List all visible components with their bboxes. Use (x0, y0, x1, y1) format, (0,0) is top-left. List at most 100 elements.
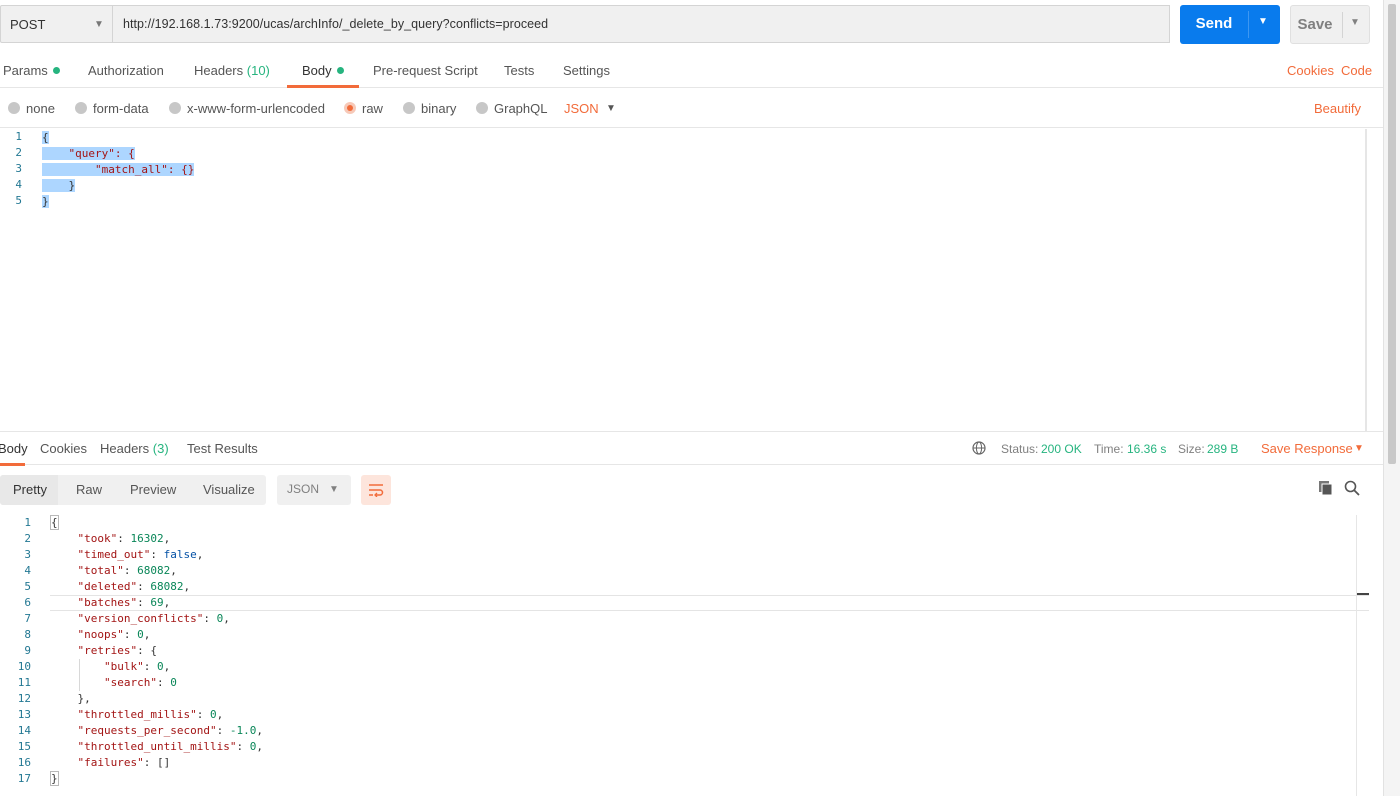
tab-headers[interactable]: Headers (10) (194, 63, 270, 78)
line-number: 14 (17, 724, 31, 737)
globe-icon[interactable] (972, 441, 986, 455)
radio-graphql-label[interactable]: GraphQL (494, 101, 547, 116)
line-number: 2 (15, 146, 22, 159)
response-tab-headers[interactable]: Headers (3) (100, 441, 169, 456)
tab-headers-label: Headers (194, 63, 244, 78)
line-number: 4 (15, 178, 22, 191)
response-tab-cookies[interactable]: Cookies (40, 441, 87, 456)
line-number: 17 (17, 772, 31, 785)
chevron-down-icon[interactable]: ▼ (1350, 17, 1360, 28)
code-link[interactable]: Code (1341, 63, 1372, 78)
code-line: }, (51, 692, 91, 705)
code-line: } (42, 194, 49, 210)
send-button[interactable]: Send ▼ (1180, 5, 1280, 44)
size-value[interactable]: 289 B (1207, 442, 1238, 456)
save-button[interactable]: Save ▼ (1290, 5, 1370, 44)
tab-prerequest-script[interactable]: Pre-request Script (373, 63, 478, 78)
code-line: "timed_out": false, (77, 548, 204, 561)
search-icon[interactable] (1344, 480, 1360, 496)
line-number: 2 (24, 532, 31, 545)
tab-body-label: Body (302, 63, 332, 78)
response-tab-body[interactable]: Body (0, 441, 28, 456)
response-body-viewer[interactable]: 1 2 3 4 5 6 7 8 9 10 11 12 13 14 15 16 1… (0, 515, 1356, 796)
window-scrollbar-thumb[interactable] (1388, 4, 1396, 464)
radio-none-label[interactable]: none (26, 101, 55, 116)
status-dot (52, 67, 60, 74)
size-label: Size: (1178, 442, 1205, 456)
value-requests-per-second: -1.0 (229, 724, 257, 737)
chevron-down-icon[interactable]: ▼ (1354, 443, 1364, 454)
line-number: 8 (24, 628, 31, 641)
request-tabs: Params Authorization Headers (10) Body P… (0, 54, 1383, 88)
radio-graphql[interactable] (476, 102, 488, 114)
view-pretty-button[interactable]: Pretty (0, 475, 58, 505)
copy-icon[interactable] (1318, 480, 1334, 496)
radio-form-data[interactable] (75, 102, 87, 114)
cookies-link[interactable]: Cookies (1287, 63, 1334, 78)
status-dot (336, 67, 344, 74)
response-tab-headers-label: Headers (100, 441, 150, 456)
chevron-down-icon[interactable]: ▼ (606, 103, 616, 114)
line-number: 16 (17, 756, 31, 769)
radio-urlencoded[interactable] (169, 102, 181, 114)
headers-count-badge: (3) (152, 441, 169, 456)
chevron-down-icon: ▼ (329, 484, 339, 495)
save-divider (1342, 12, 1343, 38)
tab-authorization[interactable]: Authorization (88, 63, 164, 78)
response-tab-test-results[interactable]: Test Results (187, 441, 258, 456)
value-deleted: 68082 (150, 580, 184, 593)
chevron-down-icon[interactable]: ▼ (1258, 16, 1268, 27)
method-select[interactable]: POST ▼ (0, 5, 113, 43)
code-line: { (42, 130, 49, 146)
line-number: 1 (24, 516, 31, 529)
code-line: { (50, 515, 59, 530)
radio-raw-label[interactable]: raw (362, 101, 383, 116)
response-tabs: Body Cookies Headers (3) Test Results St… (0, 431, 1383, 466)
request-body-editor[interactable]: 1 2 3 4 5 { "query": { "match_all": {} }… (0, 129, 1366, 431)
send-label: Send (1195, 15, 1233, 32)
radio-raw[interactable] (344, 102, 356, 114)
view-visualize-button[interactable]: Visualize (203, 482, 255, 497)
radio-form-data-label[interactable]: form-data (93, 101, 149, 116)
code-line: "total": 68082, (77, 564, 177, 577)
code-line: "retries": { (77, 644, 157, 657)
language-select[interactable]: JSON (564, 101, 599, 116)
view-mode-group: Pretty Raw Preview Visualize (0, 475, 266, 505)
code-line: "search": 0 (103, 676, 177, 689)
wrap-lines-button[interactable] (361, 475, 391, 505)
url-text: http://192.168.1.73:9200/ucas/archInfo/_… (123, 17, 549, 31)
value-timed-out: false (163, 548, 197, 561)
line-number: 4 (24, 564, 31, 577)
radio-binary-label[interactable]: binary (421, 101, 456, 116)
wrap-lines-icon (369, 484, 384, 497)
line-number: 15 (17, 740, 31, 753)
tab-tests[interactable]: Tests (504, 63, 534, 78)
tab-params[interactable]: Params (3, 63, 60, 78)
response-editor-scrollbar[interactable] (1356, 515, 1370, 796)
radio-binary[interactable] (403, 102, 415, 114)
code-text: "query": { (68, 147, 135, 160)
tab-settings[interactable]: Settings (563, 63, 610, 78)
code-line: "query": { (42, 146, 135, 162)
radio-urlencoded-label[interactable]: x-www-form-urlencoded (187, 101, 325, 116)
status-value[interactable]: 200 OK (1041, 442, 1082, 456)
response-format-label: JSON (287, 482, 320, 496)
tab-body[interactable]: Body (302, 63, 344, 78)
line-number: 11 (17, 676, 31, 689)
headers-count-badge: (10) (246, 63, 270, 78)
view-raw-button[interactable]: Raw (76, 482, 102, 497)
time-value[interactable]: 16.36 s (1127, 442, 1166, 456)
response-format-select[interactable]: JSON ▼ (277, 475, 351, 505)
send-divider (1248, 11, 1249, 38)
request-editor-scrollbar[interactable] (1366, 129, 1383, 431)
body-type-selector: none form-data x-www-form-urlencoded raw… (0, 88, 1383, 128)
view-preview-button[interactable]: Preview (130, 482, 176, 497)
line-number: 3 (15, 162, 22, 175)
beautify-button[interactable]: Beautify (1314, 101, 1361, 116)
url-input[interactable]: http://192.168.1.73:9200/ucas/archInfo/_… (113, 5, 1170, 43)
code-text: } (68, 179, 76, 192)
radio-none[interactable] (8, 102, 20, 114)
save-response-button[interactable]: Save Response (1261, 441, 1353, 456)
code-line: "version_conflicts": 0, (77, 612, 230, 625)
code-line: "throttled_millis": 0, (77, 708, 224, 721)
